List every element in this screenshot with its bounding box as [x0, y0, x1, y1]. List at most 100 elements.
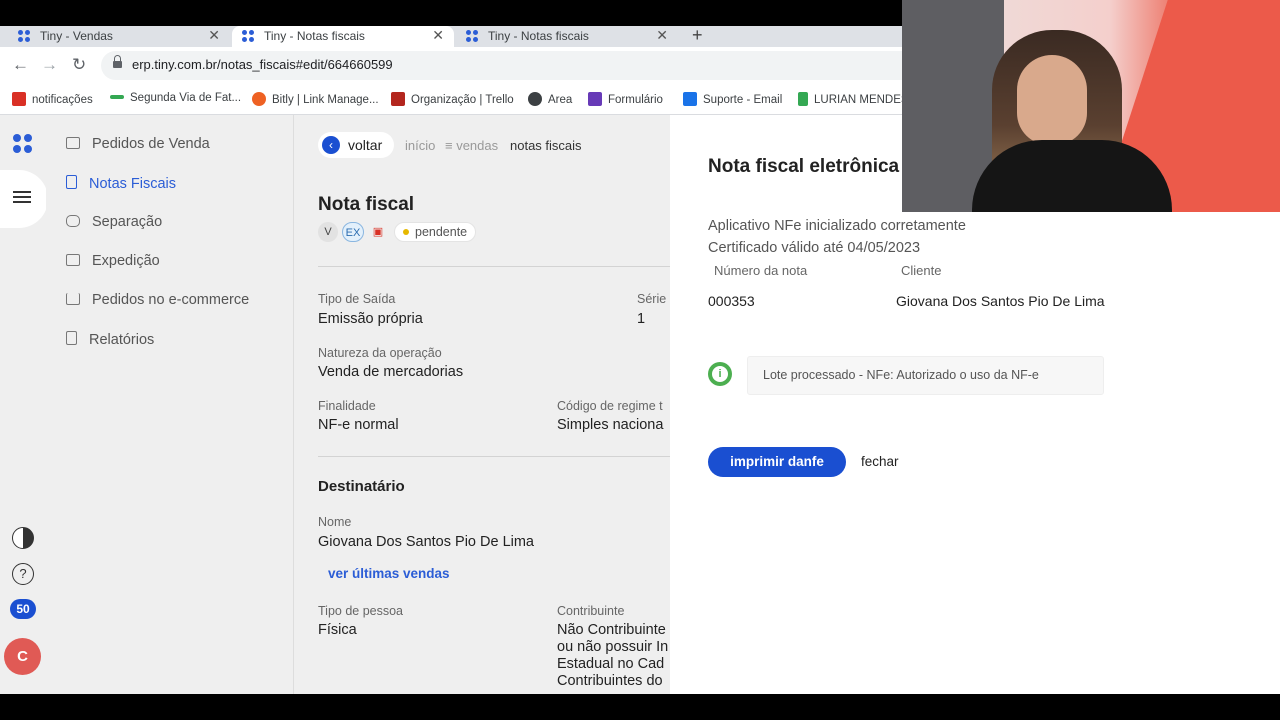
sidebar-item-pedidos-de-venda[interactable]: Pedidos de Venda	[66, 136, 210, 152]
breadcrumb-inicio[interactable]: início	[405, 138, 435, 153]
ver-ultimas-vendas-link[interactable]: ver últimas vendas	[328, 566, 450, 581]
forward-arrow-icon[interactable]: →	[41, 55, 58, 75]
play-icon	[798, 92, 808, 106]
bookmark-lurian-mendes[interactable]: LURIAN MENDES	[798, 92, 909, 106]
modal-title: Nota fiscal eletrônica	[708, 156, 900, 177]
tiny-logo-icon	[466, 30, 480, 44]
shop-bag-icon	[12, 92, 26, 106]
tab-notas-fiscais[interactable]: Tiny - Notas fiscais ✕	[456, 26, 678, 47]
close-button[interactable]: fechar	[861, 454, 899, 469]
bookmark-trello[interactable]: Organização | Trello	[391, 92, 514, 106]
help-icon[interactable]: ?	[12, 563, 34, 585]
bitly-icon	[252, 92, 266, 106]
finalidade-label: Finalidade	[318, 399, 376, 413]
page-title: Nota fiscal	[318, 194, 415, 215]
battery-icon	[110, 95, 124, 99]
notification-badge[interactable]: 50	[10, 599, 36, 619]
url-text: erp.tiny.com.br/notas_fiscais#edit/66466…	[132, 57, 393, 72]
tab-vendas[interactable]: Tiny - Vendas ✕	[0, 26, 230, 47]
back-arrow-icon[interactable]: ←	[12, 55, 29, 75]
tab-notas-fiscais-active[interactable]: Tiny - Notas fiscais ✕	[232, 26, 454, 47]
bookmark-notificacoes[interactable]: notificações	[12, 92, 93, 106]
report-icon	[66, 331, 77, 345]
info-icon: i	[708, 362, 732, 386]
status-badge: pendente	[394, 222, 477, 242]
process-message: Lote processado - NFe: Autorizado o uso …	[747, 356, 1104, 395]
contribuinte-value-line: Estadual no Cad	[557, 656, 665, 672]
truck-icon	[66, 254, 80, 266]
natureza-label: Natureza da operação	[318, 346, 442, 360]
mail-icon	[683, 92, 697, 106]
serie-value: 1	[637, 311, 646, 327]
cliente-header: Cliente	[901, 263, 942, 278]
tab-title: Tiny - Notas fiscais	[264, 29, 365, 43]
print-danfe-button[interactable]: imprimir danfe	[708, 447, 846, 477]
icon-rail: ? 50 C	[0, 115, 48, 694]
numero-nota-value: 000353	[708, 293, 755, 309]
divider	[318, 456, 670, 457]
bookmark-segunda-via[interactable]: Segunda Via de Fat...	[110, 92, 241, 104]
url-input[interactable]: erp.tiny.com.br/notas_fiscais#edit/66466…	[101, 51, 1001, 80]
tipo-saida-value: Emissão própria	[318, 311, 423, 327]
forms-icon	[588, 92, 602, 106]
nome-value: Giovana Dos Santos Pio De Lima	[318, 534, 534, 550]
sidebar-item-relatorios[interactable]: Relatórios	[66, 331, 154, 348]
cart-icon	[66, 293, 80, 305]
boxes-icon	[66, 215, 80, 227]
nome-label: Nome	[318, 515, 352, 529]
contribuinte-label: Contribuinte	[557, 604, 625, 618]
sidebar-item-expedicao[interactable]: Expedição	[66, 253, 160, 269]
tiny-logo-icon	[18, 30, 32, 44]
tipo-pessoa-value: Física	[318, 622, 357, 638]
breadcrumb-notas-fiscais: notas fiscais	[510, 138, 582, 153]
close-tab-icon[interactable]: ✕	[208, 27, 220, 44]
nota-fiscal-form: ‹ voltar início ≡ vendas notas fiscais N…	[294, 115, 670, 694]
document-icon	[66, 175, 77, 189]
regime-value: Simples naciona	[557, 417, 664, 433]
trello-icon	[391, 92, 405, 106]
bookmark-formulario[interactable]: Formulário	[588, 92, 663, 106]
back-arrow-icon: ‹	[322, 136, 340, 154]
section-title-destinatario: Destinatário	[318, 478, 405, 495]
contribuinte-value-line: Contribuintes do	[557, 673, 663, 689]
status-line-certificate: Certificado válido até 04/05/2023	[708, 240, 921, 256]
natureza-value: Venda de mercadorias	[318, 364, 464, 380]
avatar[interactable]: C	[4, 638, 41, 675]
back-button[interactable]: ‹ voltar	[318, 132, 395, 158]
finalidade-value: NF-e normal	[318, 417, 399, 433]
contrast-icon[interactable]	[12, 527, 34, 549]
inbox-icon	[66, 137, 80, 149]
tab-title: Tiny - Vendas	[40, 29, 113, 43]
new-tab-button[interactable]: +	[692, 26, 703, 46]
sidebar: Pedidos de Venda Notas Fiscais Separação…	[46, 115, 294, 694]
chip-v: V	[318, 222, 338, 242]
sidebar-item-separacao[interactable]: Separação	[66, 214, 162, 230]
tiny-logo-icon	[242, 30, 256, 44]
tipo-saida-label: Tipo de Saída	[318, 292, 396, 306]
chip-ex: EX	[342, 222, 364, 242]
globe-icon	[528, 92, 542, 106]
close-tab-icon[interactable]: ✕	[432, 27, 444, 44]
lock-icon	[113, 55, 122, 70]
regime-label: Código de regime t	[557, 399, 663, 413]
bookmark-bitly[interactable]: Bitly | Link Manage...	[252, 92, 379, 106]
breadcrumb-vendas[interactable]: ≡ vendas	[445, 138, 498, 153]
cliente-value: Giovana Dos Santos Pio De Lima	[896, 293, 1105, 309]
status-line-app: Aplicativo NFe inicializado corretamente	[708, 218, 966, 234]
reload-icon[interactable]: ↻	[72, 55, 86, 75]
close-tab-icon[interactable]: ✕	[656, 27, 668, 44]
tiny-logo-icon[interactable]	[13, 134, 33, 154]
sidebar-item-pedidos-ecommerce[interactable]: Pedidos no e-commerce	[66, 292, 249, 308]
divider	[318, 266, 670, 267]
tab-title: Tiny - Notas fiscais	[488, 29, 589, 43]
bookmark-area[interactable]: Area	[528, 92, 572, 106]
hamburger-icon	[13, 196, 31, 198]
bookmark-suporte-email[interactable]: Suporte - Email	[683, 92, 782, 106]
tipo-pessoa-label: Tipo de pessoa	[318, 604, 404, 618]
contribuinte-value-line: ou não possuir In	[557, 639, 669, 655]
webcam-overlay	[902, 0, 1280, 212]
bag-icon: ▣	[372, 226, 384, 238]
menu-button[interactable]	[0, 170, 48, 228]
contribuinte-value-line: Não Contribuinte	[557, 622, 666, 638]
sidebar-item-notas-fiscais[interactable]: Notas Fiscais	[66, 175, 176, 192]
